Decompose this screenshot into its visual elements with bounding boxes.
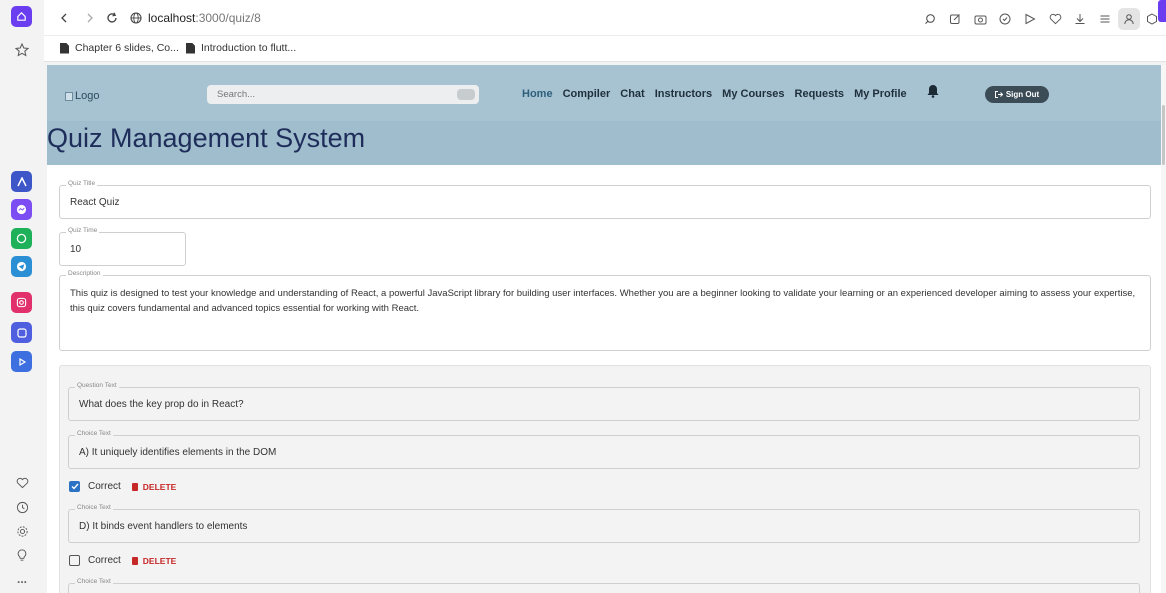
- address-bar[interactable]: localhost:3000/quiz/8: [148, 11, 261, 25]
- whatsapp-icon[interactable]: [11, 228, 32, 249]
- url-host: localhost: [148, 11, 196, 25]
- nav-my-courses[interactable]: My Courses: [722, 88, 784, 100]
- correct-checkbox[interactable]: [69, 481, 80, 492]
- question-card: Question Text What does the key prop do …: [59, 365, 1151, 593]
- choice-text-label: Choice Text: [75, 504, 113, 511]
- choice-text-value: A) It uniquely identifies elements in th…: [79, 447, 277, 458]
- app-icon[interactable]: [11, 171, 32, 192]
- play-icon[interactable]: [11, 351, 32, 372]
- browser-toolbar: localhost:3000/quiz/8 Chapter 6 slides, …: [44, 0, 1166, 62]
- quiz-title-field[interactable]: Quiz Title React Quiz: [59, 180, 1151, 219]
- site-navbar: Logo Search... Home Compiler Chat Instru…: [47, 65, 1161, 121]
- reload-icon[interactable]: [104, 10, 120, 26]
- menu-lines-icon[interactable]: [1097, 11, 1113, 27]
- search-placeholder: Search...: [217, 89, 256, 100]
- nav-chat[interactable]: Chat: [620, 88, 644, 100]
- back-icon[interactable]: [56, 10, 72, 26]
- favorites-icon[interactable]: [1047, 11, 1063, 27]
- download-icon[interactable]: [1072, 11, 1088, 27]
- instagram-icon[interactable]: [11, 292, 32, 313]
- description-value: This quiz is designed to test your knowl…: [70, 288, 1136, 314]
- trash-icon: [131, 556, 138, 565]
- site-info-icon[interactable]: [128, 10, 144, 26]
- forward-icon[interactable]: [82, 10, 98, 26]
- nav-requests[interactable]: Requests: [795, 88, 845, 100]
- correct-checkbox[interactable]: [69, 555, 80, 566]
- bookmark-item[interactable]: Chapter 6 slides, Co...: [60, 42, 179, 54]
- nav-compiler[interactable]: Compiler: [563, 88, 611, 100]
- search-button[interactable]: [457, 89, 475, 100]
- document-icon: [186, 42, 195, 54]
- delete-button[interactable]: DELETE: [131, 481, 177, 492]
- browser-sidebar: ...: [0, 0, 44, 593]
- choice-text-label: Choice Text: [75, 578, 113, 585]
- document-icon: [60, 42, 69, 54]
- shield-icon[interactable]: [997, 11, 1013, 27]
- question-text-value: What does the key prop do in React?: [79, 399, 244, 410]
- telegram-icon[interactable]: [11, 256, 32, 277]
- description-label: Description: [66, 270, 103, 277]
- delete-label: DELETE: [142, 555, 177, 566]
- sign-out-icon: [994, 91, 1003, 98]
- bookmarks-bar: Chapter 6 slides, Co... Introduction to …: [44, 36, 1166, 62]
- quiz-time-field[interactable]: Quiz Time 10: [59, 227, 186, 266]
- nav-instructors[interactable]: Instructors: [655, 88, 712, 100]
- quiz-time-label: Quiz Time: [66, 227, 100, 234]
- page-scrollbar[interactable]: [1161, 65, 1166, 593]
- trash-icon: [131, 482, 138, 491]
- address-bar-row: localhost:3000/quiz/8: [44, 0, 1166, 36]
- more-icon[interactable]: ...: [12, 569, 32, 589]
- choice-text-field[interactable]: Choice Text: [68, 578, 1140, 593]
- profile-icon[interactable]: [1118, 8, 1140, 30]
- check-icon: [71, 483, 79, 490]
- bookmark-label: Introduction to flutt...: [201, 42, 297, 54]
- messenger-icon[interactable]: [11, 199, 32, 220]
- camera-icon[interactable]: [972, 11, 988, 27]
- delete-label: DELETE: [142, 481, 177, 492]
- page-title: Quiz Management System: [47, 123, 366, 153]
- sign-out-button[interactable]: Sign Out: [985, 86, 1049, 103]
- question-text-field[interactable]: Question Text What does the key prop do …: [68, 382, 1140, 421]
- choice-text-value: D) It binds event handlers to elements: [79, 521, 248, 532]
- choice-controls: Correct DELETE: [69, 555, 176, 566]
- search-icon[interactable]: [922, 11, 938, 27]
- correct-label: Correct: [88, 555, 121, 566]
- correct-label: Correct: [88, 481, 121, 492]
- send-icon[interactable]: [1022, 11, 1038, 27]
- sign-out-label: Sign Out: [1005, 90, 1040, 99]
- browser-edge-tab: [1158, 0, 1166, 22]
- logo-alt-text: Logo: [75, 90, 100, 102]
- url-path: :3000/quiz/8: [195, 11, 261, 25]
- main-menu: Home Compiler Chat Instructors My Course…: [522, 88, 907, 100]
- search-input[interactable]: Search...: [207, 85, 479, 104]
- choice-controls: Correct DELETE: [69, 481, 176, 492]
- star-icon[interactable]: [12, 40, 32, 60]
- heart-icon[interactable]: [12, 473, 32, 493]
- music-icon[interactable]: [11, 322, 32, 343]
- settings-icon[interactable]: [12, 521, 32, 541]
- question-text-label: Question Text: [75, 382, 119, 389]
- nav-my-profile[interactable]: My Profile: [854, 88, 907, 100]
- logo[interactable]: Logo: [65, 90, 99, 102]
- scrollbar-thumb[interactable]: [1162, 105, 1165, 165]
- quiz-title-label: Quiz Title: [66, 180, 98, 187]
- choice-text-label: Choice Text: [75, 430, 113, 437]
- delete-button[interactable]: DELETE: [131, 555, 177, 566]
- web-page: Logo Search... Home Compiler Chat Instru…: [47, 65, 1161, 593]
- description-field[interactable]: Description This quiz is designed to tes…: [59, 270, 1151, 351]
- edit-icon[interactable]: [947, 11, 963, 27]
- choice-text-field[interactable]: Choice Text A) It uniquely identifies el…: [68, 430, 1140, 469]
- broken-image-icon: [65, 91, 73, 101]
- choice-text-field[interactable]: Choice Text D) It binds event handlers t…: [68, 504, 1140, 543]
- home-icon[interactable]: [11, 6, 32, 27]
- bell-icon[interactable]: [927, 84, 939, 103]
- nav-home[interactable]: Home: [522, 88, 553, 100]
- lightbulb-icon[interactable]: [12, 545, 32, 565]
- bookmark-label: Chapter 6 slides, Co...: [75, 42, 179, 54]
- history-icon[interactable]: [12, 497, 32, 517]
- quiz-title-value: React Quiz: [70, 197, 120, 208]
- bookmark-item[interactable]: Introduction to flutt...: [186, 42, 296, 54]
- quiz-time-value: 10: [70, 244, 82, 255]
